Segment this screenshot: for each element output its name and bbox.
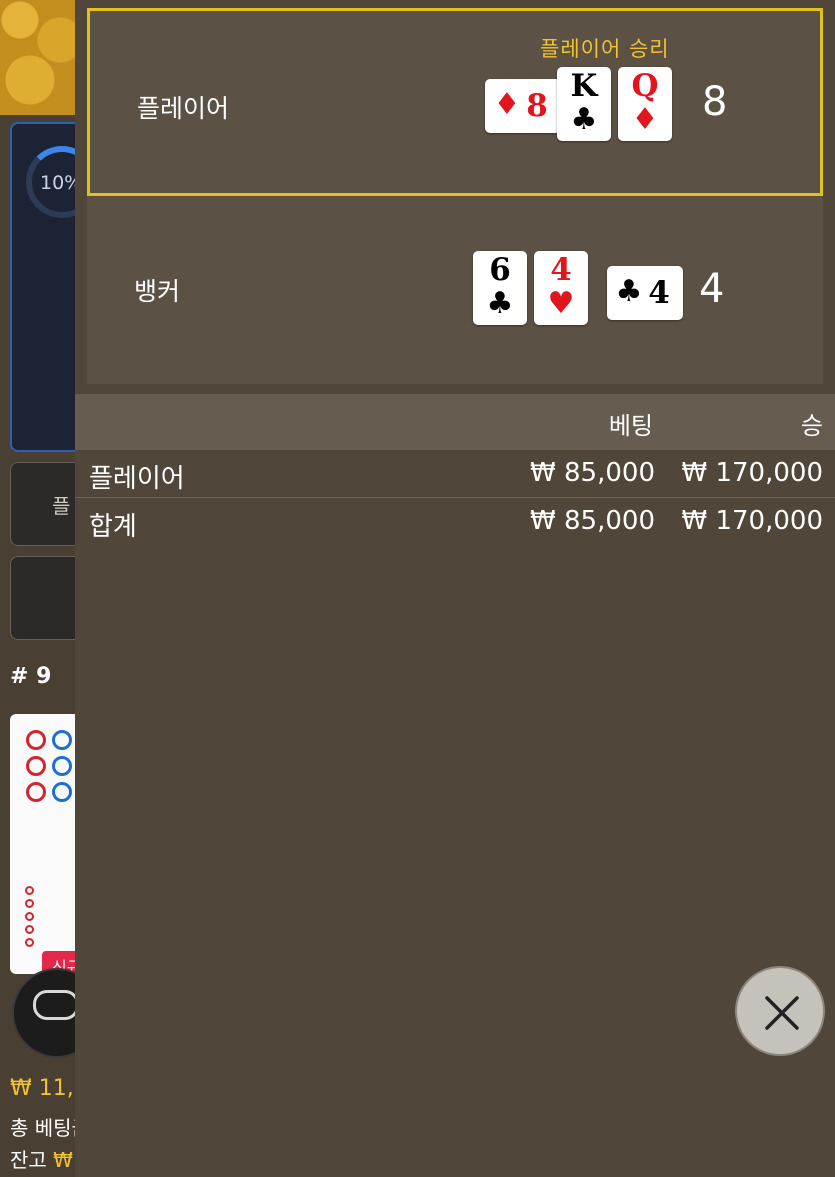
player-card-2: Q ♦: [618, 67, 672, 141]
player-win-label: 플레이어 승리: [540, 37, 670, 61]
banker-score: 4: [699, 266, 725, 312]
road-dot: [25, 899, 34, 908]
player-card-1: K ♣: [557, 67, 611, 141]
club-icon: ♣: [615, 274, 643, 309]
close-button[interactable]: [735, 966, 825, 1056]
row-win: ₩ 170,000: [681, 506, 824, 536]
bet-table-header: 베팅 승: [75, 394, 835, 450]
chip-icon: [33, 990, 79, 1020]
table-row: 플레이어 ₩ 85,000 ₩ 170,000: [75, 450, 835, 498]
club-icon: ♣: [570, 102, 598, 137]
row-win: ₩ 170,000: [681, 458, 824, 488]
player-score: 8: [702, 79, 728, 125]
table-row-total: 합계 ₩ 85,000 ₩ 170,000: [75, 498, 835, 546]
road-mark: [52, 756, 72, 776]
banker-card-1: 6 ♣: [473, 251, 527, 325]
road-mark: [52, 730, 72, 750]
road-dot: [25, 886, 34, 895]
player-label: 플레이어: [137, 94, 230, 123]
club-icon: ♣: [486, 286, 514, 321]
round-number: # 9: [10, 664, 52, 689]
bet-header: 베팅: [608, 412, 653, 440]
card-rank: Q: [631, 68, 659, 104]
heart-icon: ♥: [547, 286, 575, 321]
diamond-icon: ♦: [631, 102, 659, 137]
road-dot: [25, 925, 34, 934]
road-mark: [26, 756, 46, 776]
player-result-box: 플레이어 승리 플레이어 8 ♦ K ♣ Q ♦ 8: [87, 8, 823, 196]
card-rank: 6: [489, 252, 511, 288]
win-header: 승: [800, 412, 823, 440]
road-dot: [25, 938, 34, 947]
banker-label: 뱅커: [134, 277, 181, 306]
banker-result-box: 뱅커 6 ♣ 4 ♥ 4 ♣ 4: [87, 196, 823, 384]
result-overlay: 플레이어 승리 플레이어 8 ♦ K ♣ Q ♦ 8 뱅커 6 ♣ 4 ♥ 4 …: [75, 0, 835, 1177]
road-dot: [25, 912, 34, 921]
player-card-3: 8 ♦: [485, 79, 561, 133]
banker-card-2: 4 ♥: [534, 251, 588, 325]
balance-label: 잔고: [10, 1148, 47, 1172]
banker-card-3: 4 ♣: [607, 266, 683, 320]
row-bet: ₩ 85,000: [530, 506, 655, 536]
side-bet-button-label: 플: [52, 494, 71, 518]
road-mark: [26, 782, 46, 802]
card-rank: K: [570, 68, 598, 104]
row-bet: ₩ 85,000: [530, 458, 655, 488]
close-icon: [765, 996, 799, 1030]
road-mark: [26, 730, 46, 750]
row-label: 합계: [89, 512, 137, 542]
diamond-icon: ♦: [493, 87, 521, 122]
road-mark: [52, 782, 72, 802]
card-rank: 4: [550, 252, 572, 288]
row-label: 플레이어: [89, 464, 185, 494]
